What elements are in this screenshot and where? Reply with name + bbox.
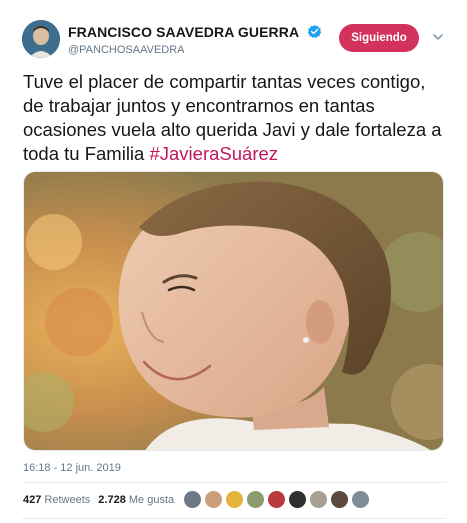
chevron-down-icon[interactable] <box>432 31 444 43</box>
likes-label: Me gusta <box>128 494 175 506</box>
liker-avatar[interactable] <box>351 490 370 509</box>
liker-avatar[interactable] <box>204 490 223 509</box>
likes-stat[interactable]: 2.728 Me gusta <box>98 494 174 506</box>
author-handle[interactable]: @PANCHOSAAVEDRA <box>68 44 322 56</box>
divider <box>22 482 446 483</box>
tweet-photo[interactable] <box>23 171 444 451</box>
photo-portrait-image <box>24 172 443 450</box>
likers-avatars <box>183 490 372 512</box>
tweet-timestamp[interactable]: 16:18 - 12 jun. 2019 <box>23 462 121 474</box>
liker-avatar[interactable] <box>288 490 307 509</box>
following-button[interactable]: Siguiendo <box>339 24 419 52</box>
liker-avatar[interactable] <box>330 490 349 509</box>
divider <box>22 518 446 519</box>
hashtag-link[interactable]: #JavieraSuárez <box>149 143 278 164</box>
liker-avatar[interactable] <box>246 490 265 509</box>
author-avatar[interactable] <box>22 20 60 58</box>
likes-count: 2.728 <box>98 494 126 506</box>
tweet-header: FRANCISCO SAAVEDRA GUERRA @PANCHOSAAVEDR… <box>22 17 447 61</box>
author-name[interactable]: FRANCISCO SAAVEDRA GUERRA <box>68 24 299 40</box>
tweet-card: FRANCISCO SAAVEDRA GUERRA @PANCHOSAAVEDR… <box>0 0 467 523</box>
retweets-stat[interactable]: 427 Retweets <box>23 494 90 506</box>
liker-avatar[interactable] <box>309 490 328 509</box>
liker-avatar[interactable] <box>267 490 286 509</box>
liker-avatar[interactable] <box>183 490 202 509</box>
retweets-count: 427 <box>23 494 42 506</box>
liker-avatar[interactable] <box>225 490 244 509</box>
retweets-label: Retweets <box>44 494 91 506</box>
tweet-stats: 427 Retweets 2.728 Me gusta <box>23 494 182 506</box>
author-info: FRANCISCO SAAVEDRA GUERRA @PANCHOSAAVEDR… <box>68 23 322 56</box>
tweet-text: Tuve el placer de compartir tantas veces… <box>23 70 448 166</box>
verified-badge-icon <box>307 25 321 39</box>
